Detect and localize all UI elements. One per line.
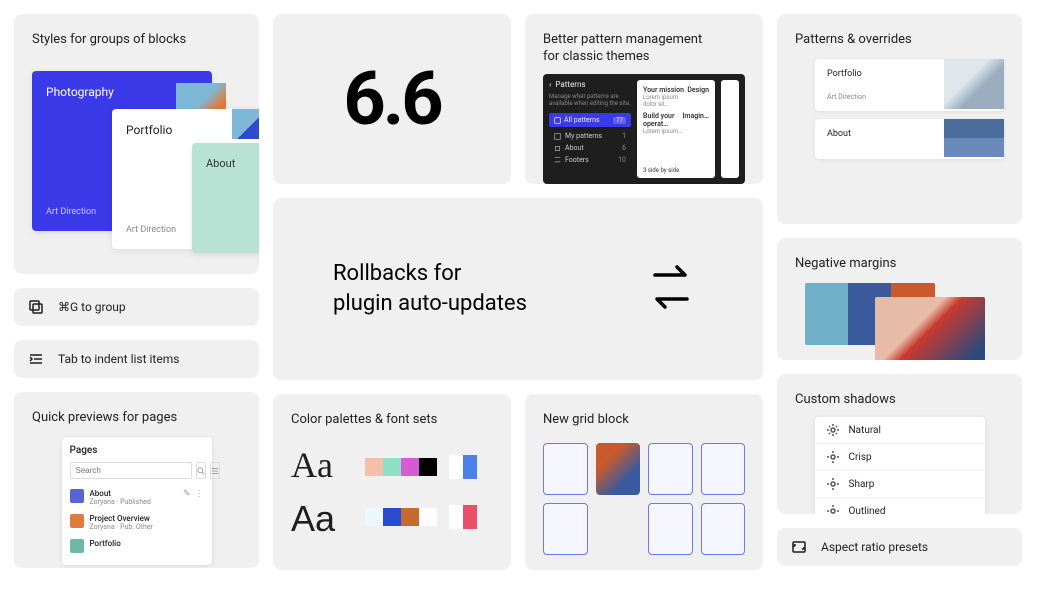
- aspect-icon: [791, 539, 807, 555]
- color-swatch[interactable]: [383, 508, 401, 526]
- page-item[interactable]: Portfolio: [70, 535, 204, 557]
- palette-row-2[interactable]: [365, 508, 437, 526]
- grid-cell[interactable]: [543, 443, 588, 495]
- pattern-row-active[interactable]: All patterns 77: [549, 113, 631, 127]
- color-swatch[interactable]: [419, 508, 437, 526]
- page-item[interactable]: Project Overview Zoryana · Pub. Other: [70, 510, 204, 535]
- neg-image-2: [875, 297, 985, 360]
- tip-group: ⌘G to group: [14, 288, 259, 326]
- shadow-card-title: Custom shadows: [795, 392, 1004, 407]
- grid-cell-image[interactable]: [596, 443, 641, 495]
- grid-cell[interactable]: [701, 503, 746, 555]
- edit-icon[interactable]: ✎: [183, 489, 191, 499]
- shadow-list: Natural Crisp Sharp Outlined: [815, 417, 985, 514]
- pages-panel: Pages About Zoryana · Published ✎ ⋮: [62, 437, 212, 565]
- rollback-text: Rollbacks for plugin auto-updates: [333, 259, 527, 318]
- color-swatch[interactable]: [401, 508, 419, 526]
- overrides-card-title: Patterns & overrides: [795, 32, 1004, 47]
- override-thumb: [944, 59, 1004, 109]
- pattern-row[interactable]: About6: [549, 142, 631, 154]
- sun-icon: [827, 424, 839, 436]
- list-options-button[interactable]: [210, 462, 220, 479]
- layer-about: About: [192, 143, 259, 253]
- page-item[interactable]: About Zoryana · Published ✎ ⋮: [70, 485, 204, 510]
- grid-cell[interactable]: [701, 443, 746, 495]
- styles-card-title: Styles for groups of blocks: [32, 32, 241, 47]
- more-icon[interactable]: ⋮: [195, 489, 204, 499]
- pattern-card-title: Better pattern management for classic th…: [543, 32, 745, 66]
- grid-cell[interactable]: [648, 503, 693, 555]
- rollback-card: Rollbacks for plugin auto-updates: [273, 198, 763, 380]
- font-preview-sans: Aa: [291, 501, 335, 537]
- version-number: 6.6: [343, 56, 440, 143]
- override-item[interactable]: About: [815, 119, 1004, 159]
- search-input[interactable]: [70, 462, 192, 479]
- overrides-card: Patterns & overrides Portfolio Art Direc…: [777, 14, 1022, 224]
- shadow-card: Custom shadows Natural Crisp Sharp Outli…: [777, 374, 1022, 514]
- grid-cell[interactable]: [543, 503, 588, 555]
- palette-pair-1[interactable]: [449, 455, 477, 479]
- color-swatch[interactable]: [449, 505, 463, 529]
- aspect-ratio-row: Aspect ratio presets: [777, 528, 1022, 566]
- shadow-option[interactable]: Crisp: [815, 444, 985, 471]
- font-preview-serif: Aa: [291, 447, 335, 483]
- back-icon[interactable]: ‹: [549, 80, 551, 89]
- previews-card: Quick previews for pages Pages About Zor…: [14, 392, 259, 568]
- previews-card-title: Quick previews for pages: [32, 410, 241, 425]
- shadow-option[interactable]: Natural: [815, 417, 985, 444]
- color-swatch[interactable]: [463, 505, 477, 529]
- color-swatch[interactable]: [365, 508, 383, 526]
- group-icon: [28, 299, 44, 315]
- grid-card-title: New grid block: [543, 412, 745, 427]
- shadow-option[interactable]: Outlined: [815, 498, 985, 514]
- shadow-option[interactable]: Sharp: [815, 471, 985, 498]
- indent-icon: [28, 351, 44, 367]
- aspect-ratio-text: Aspect ratio presets: [821, 540, 928, 554]
- style-layers: Photography Art Direction Portfolio Art …: [32, 63, 241, 243]
- pages-heading: Pages: [70, 445, 204, 456]
- styles-card: Styles for groups of blocks Photography …: [14, 14, 259, 274]
- color-swatch[interactable]: [401, 458, 419, 476]
- portfolio-thumb: [232, 109, 259, 139]
- color-swatch[interactable]: [365, 458, 383, 476]
- sun-icon: [827, 505, 839, 514]
- rollback-icon: [639, 255, 703, 323]
- color-swatch[interactable]: [449, 455, 463, 479]
- pattern-dark-ui: ‹Patterns Manage what patterns are avail…: [543, 74, 745, 184]
- version-card: 6.6: [273, 14, 511, 184]
- tip-indent: Tab to indent list items: [14, 340, 259, 378]
- override-item[interactable]: Portfolio Art Direction: [815, 59, 1004, 111]
- sun-icon: [827, 478, 839, 490]
- tip-indent-text: Tab to indent list items: [58, 352, 179, 366]
- negative-margins-card: Negative margins: [777, 238, 1022, 360]
- pattern-preview-next[interactable]: [721, 80, 739, 178]
- grid-card: New grid block: [525, 394, 763, 570]
- grid-cell[interactable]: [648, 443, 693, 495]
- color-swatch[interactable]: [383, 458, 401, 476]
- color-swatch[interactable]: [419, 458, 437, 476]
- search-icon[interactable]: [196, 462, 206, 479]
- pattern-card: Better pattern management for classic th…: [525, 14, 763, 184]
- page-thumb: [70, 539, 84, 553]
- pattern-preview: Your missionLorem ipsum dolor sit… Desig…: [637, 80, 715, 178]
- page-thumb: [70, 514, 84, 528]
- pattern-row[interactable]: Footers10: [549, 154, 631, 166]
- tip-group-text: ⌘G to group: [58, 300, 126, 314]
- pattern-row[interactable]: My patterns1: [549, 130, 631, 142]
- color-swatch[interactable]: [463, 455, 477, 479]
- neg-card-title: Negative margins: [795, 256, 1004, 271]
- page-thumb: [70, 489, 84, 503]
- override-thumb: [944, 119, 1004, 157]
- palette-row-1[interactable]: [365, 458, 437, 476]
- palette-card: Color palettes & font sets Aa Aa: [273, 394, 511, 570]
- grid-block: [543, 443, 745, 555]
- palette-card-title: Color palettes & font sets: [291, 412, 493, 427]
- sun-icon: [827, 451, 839, 463]
- palette-pair-2[interactable]: [449, 505, 477, 529]
